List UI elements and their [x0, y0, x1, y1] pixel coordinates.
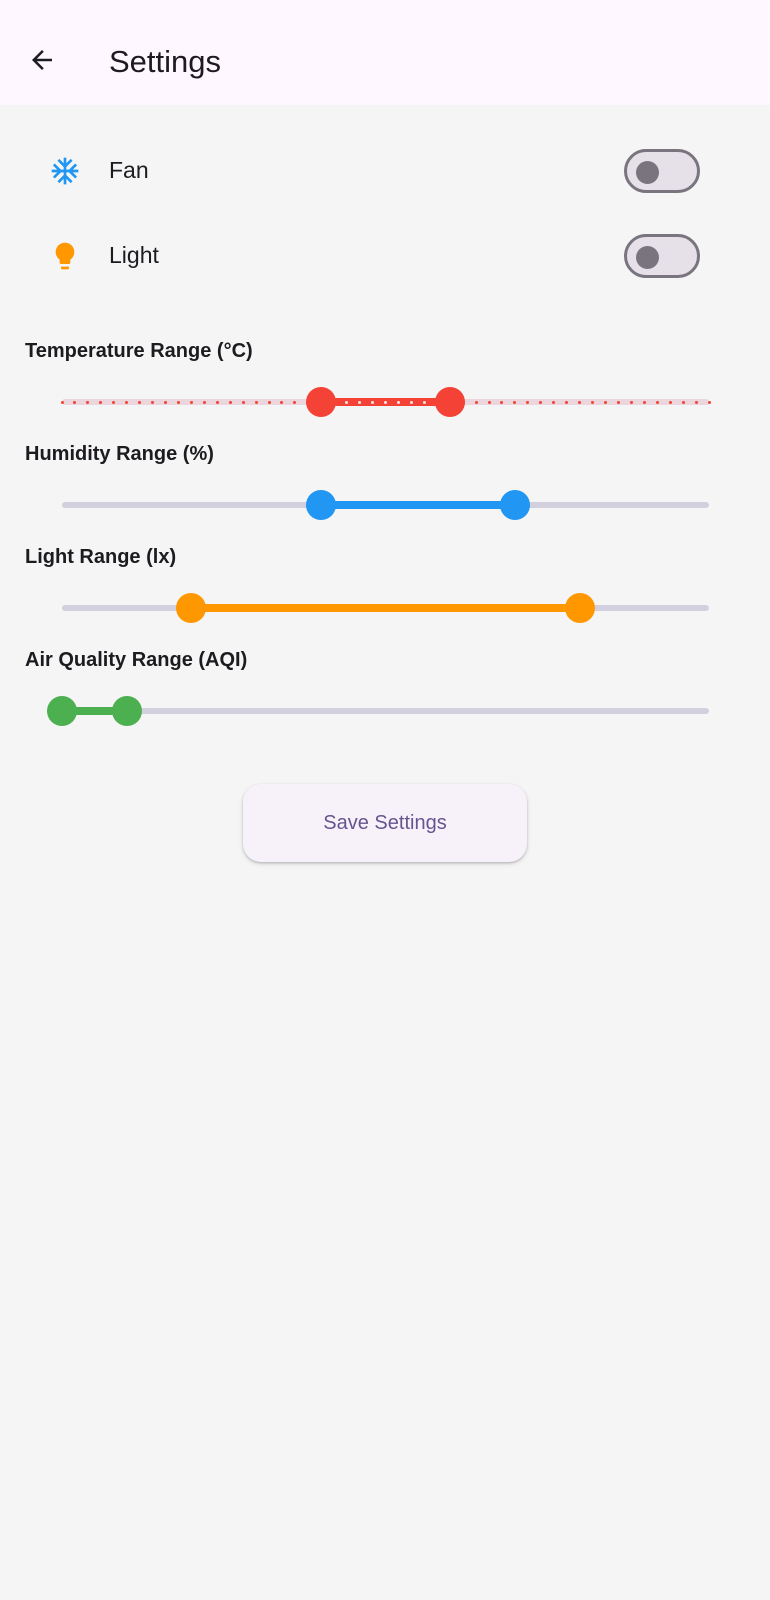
- slider-tick: [642, 400, 646, 404]
- slider-tick: [202, 400, 206, 404]
- air-quality-range-slider[interactable]: [47, 691, 709, 731]
- slider-tick: [86, 400, 90, 404]
- light-label: Light: [109, 242, 159, 268]
- temperature-range-label: Temperature Range (°C): [25, 340, 253, 362]
- light-min-thumb[interactable]: [176, 593, 207, 623]
- slider-tick: [526, 400, 530, 404]
- slider-tick: [707, 400, 711, 404]
- slider-tick: [578, 400, 582, 404]
- slider-tick: [138, 400, 142, 404]
- air-quality-min-thumb[interactable]: [47, 696, 77, 726]
- light-switch[interactable]: [624, 234, 700, 278]
- slider-tick: [422, 400, 426, 404]
- fan-switch[interactable]: [624, 149, 700, 193]
- slider-tick: [371, 400, 375, 404]
- arrow-back-icon: [32, 50, 52, 70]
- slider-tick: [345, 400, 349, 404]
- slider-tick: [228, 400, 232, 404]
- app-bar: Settings: [0, 0, 770, 105]
- slider-active-track: [191, 604, 580, 612]
- fan-label: Fan: [109, 157, 149, 183]
- slider-tick: [358, 400, 362, 404]
- page-title: Settings: [109, 44, 222, 79]
- slider-tick: [552, 400, 556, 404]
- slider-tick-marks: [60, 399, 711, 405]
- fan-switch-knob: [636, 161, 659, 184]
- temperature-range-slider[interactable]: [60, 382, 711, 422]
- lightbulb-icon: [48, 239, 82, 273]
- slider-tick: [668, 400, 672, 404]
- slider-tick: [616, 400, 620, 404]
- slider-tick: [176, 400, 180, 404]
- slider-inactive-track: [62, 708, 709, 714]
- humidity-range-label: Humidity Range (%): [25, 443, 214, 465]
- slider-tick: [629, 400, 633, 404]
- light-range-label: Light Range (lx): [25, 546, 177, 568]
- light-max-thumb[interactable]: [564, 593, 595, 623]
- light-setting-row: Light: [0, 224, 770, 284]
- slider-tick: [267, 400, 271, 404]
- slider-tick: [189, 400, 193, 404]
- air-quality-max-thumb[interactable]: [111, 696, 142, 726]
- slider-tick: [396, 400, 400, 404]
- slider-active-track: [320, 501, 515, 509]
- slider-tick: [125, 400, 129, 404]
- light-switch-knob: [636, 246, 659, 269]
- slider-tick: [280, 400, 284, 404]
- humidity-range-slider[interactable]: [62, 485, 709, 525]
- slider-tick: [513, 400, 517, 404]
- slider-tick: [293, 400, 297, 404]
- slider-tick: [487, 400, 491, 404]
- light-range-slider[interactable]: [62, 588, 709, 628]
- slider-tick: [603, 400, 607, 404]
- slider-tick: [539, 400, 543, 404]
- slider-tick: [655, 400, 659, 404]
- slider-tick: [500, 400, 504, 404]
- slider-tick: [164, 400, 168, 404]
- slider-tick: [254, 400, 258, 404]
- temperature-min-thumb[interactable]: [305, 387, 336, 417]
- save-settings-button[interactable]: Save Settings: [243, 784, 527, 862]
- humidity-min-thumb[interactable]: [305, 490, 336, 520]
- air-quality-range-label: Air Quality Range (AQI): [25, 649, 248, 671]
- snowflake-icon: [48, 154, 82, 188]
- temperature-max-thumb[interactable]: [435, 387, 466, 417]
- slider-tick: [215, 400, 219, 404]
- slider-tick: [409, 400, 413, 404]
- back-button[interactable]: [22, 40, 62, 80]
- slider-tick: [99, 400, 103, 404]
- slider-tick: [151, 400, 155, 404]
- slider-tick: [565, 400, 569, 404]
- slider-tick: [384, 400, 387, 404]
- fan-setting-row: Fan: [0, 139, 770, 199]
- slider-tick: [60, 400, 64, 404]
- humidity-max-thumb[interactable]: [499, 490, 530, 520]
- slider-tick: [681, 400, 685, 404]
- slider-tick: [591, 400, 595, 404]
- slider-tick: [474, 400, 478, 404]
- slider-tick: [241, 400, 245, 404]
- slider-tick: [694, 400, 698, 404]
- slider-tick: [112, 400, 116, 404]
- slider-tick: [73, 400, 77, 404]
